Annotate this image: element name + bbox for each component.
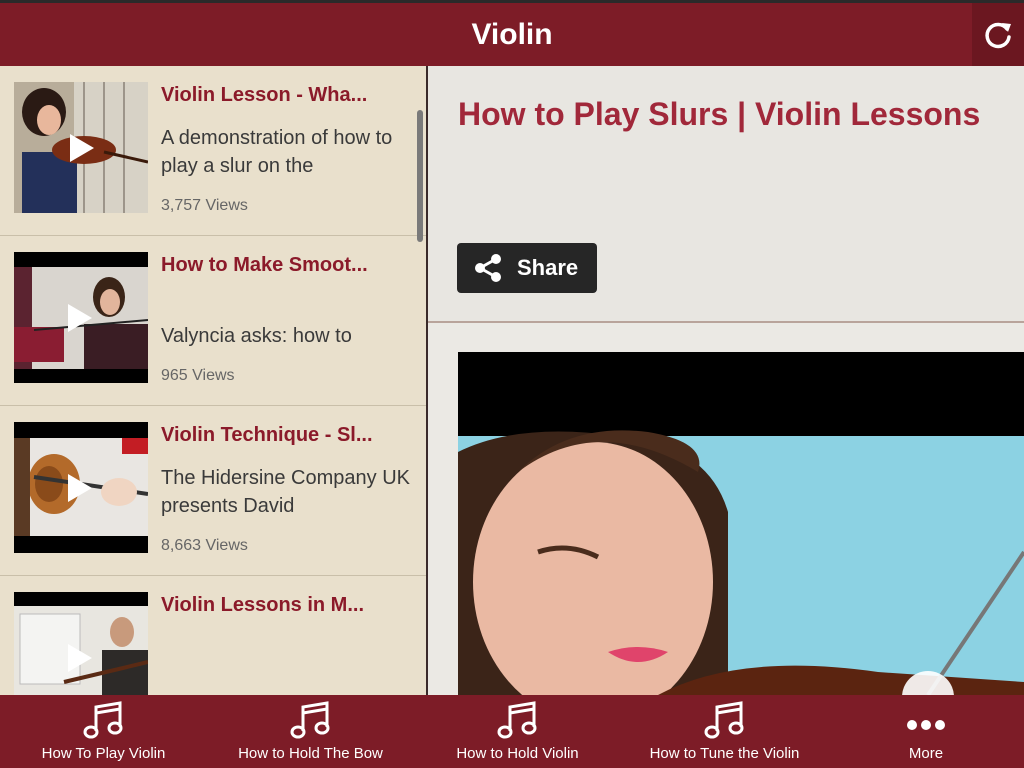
- tab-label: How to Tune the Violin: [649, 745, 800, 762]
- video-thumbnail[interactable]: [14, 422, 148, 553]
- tab-label: More: [908, 745, 944, 762]
- tab-more[interactable]: More: [828, 695, 1024, 768]
- tab-how-to-play-violin[interactable]: How To Play Violin: [0, 695, 207, 768]
- list-item[interactable]: Violin Lesson - Wha... A demonstration o…: [0, 66, 426, 236]
- list-item[interactable]: Violin Lessons in M...: [0, 576, 426, 695]
- share-icon: [475, 254, 501, 282]
- video-thumbnail[interactable]: [14, 252, 148, 383]
- tab-how-to-hold-the-bow[interactable]: How to Hold The Bow: [207, 695, 414, 768]
- app-title: Violin: [471, 18, 553, 51]
- video-thumbnail[interactable]: [14, 82, 148, 213]
- item-title: How to Make Smoot...: [161, 254, 368, 276]
- item-description: The Hidersine Company UK presents David: [161, 467, 410, 517]
- detail-pane: How to Play Slurs | Violin Lessons Share: [428, 66, 1024, 695]
- more-dots-icon: [907, 720, 945, 730]
- music-note-icon: [83, 701, 122, 739]
- video-list[interactable]: Violin Lesson - Wha... A demonstration o…: [0, 66, 426, 695]
- item-title: Violin Lesson - Wha...: [161, 84, 368, 106]
- music-note-icon: [704, 701, 743, 739]
- list-item[interactable]: How to Make Smoot... Valyncia asks: how …: [0, 236, 426, 406]
- music-note-icon: [497, 701, 536, 739]
- item-views: 965 Views: [161, 367, 235, 384]
- tab-label: How To Play Violin: [41, 745, 166, 762]
- item-title: Violin Technique - Sl...: [161, 424, 373, 446]
- refresh-icon: [985, 22, 1011, 48]
- tab-label: How to Hold Violin: [456, 745, 579, 762]
- music-note-icon: [290, 701, 329, 739]
- video-player[interactable]: [458, 352, 1024, 695]
- share-label: Share: [517, 255, 579, 280]
- item-title: Violin Lessons in M...: [161, 594, 364, 616]
- refresh-button[interactable]: [972, 3, 1024, 66]
- item-description: A demonstration of how to play a slur on…: [161, 127, 393, 177]
- top-app-bar: Violin: [0, 0, 1024, 66]
- item-views: 3,757 Views: [161, 197, 248, 214]
- video-frame: [458, 352, 1024, 695]
- list-scrollbar[interactable]: [417, 110, 423, 242]
- video-thumbnail[interactable]: [14, 592, 148, 695]
- detail-title: How to Play Slurs | Violin Lessons: [458, 96, 981, 132]
- tab-how-to-tune-the-violin[interactable]: How to Tune the Violin: [621, 695, 828, 768]
- item-views: 8,663 Views: [161, 537, 248, 554]
- bottom-tab-bar: How To Play Violin How to Hold The Bow H…: [0, 695, 1024, 768]
- detail-header: How to Play Slurs | Violin Lessons Share: [428, 66, 1024, 323]
- tab-how-to-hold-violin[interactable]: How to Hold Violin: [414, 695, 621, 768]
- list-item[interactable]: Violin Technique - Sl... The Hidersine C…: [0, 406, 426, 576]
- tab-label: How to Hold The Bow: [238, 745, 383, 762]
- share-button[interactable]: Share: [457, 243, 597, 293]
